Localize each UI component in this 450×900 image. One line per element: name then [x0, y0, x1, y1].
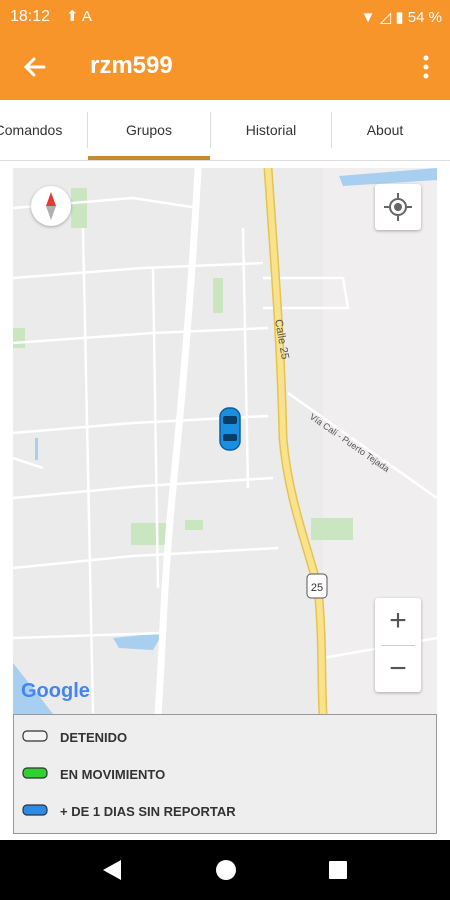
car-icon	[219, 407, 241, 451]
battery-percent: 54 %	[407, 9, 442, 26]
recents-square-icon[interactable]	[327, 859, 349, 881]
zoom-in-button[interactable]: +	[375, 598, 421, 644]
compass-icon	[46, 192, 56, 220]
google-logo-text: Google	[21, 680, 90, 702]
legend-panel: DETENIDO EN MOVIMIENTO + DE 1 DIAS SIN R…	[13, 714, 437, 834]
car-legend-icon	[22, 724, 48, 754]
car-legend-icon	[22, 761, 48, 791]
wifi-icon: ▼	[360, 9, 376, 26]
legend-item-detenido: DETENIDO	[22, 723, 127, 753]
my-location-button[interactable]	[375, 184, 421, 230]
legend-label: DETENIDO	[60, 730, 128, 745]
home-circle-icon[interactable]	[214, 858, 238, 882]
compass-button[interactable]	[31, 186, 71, 226]
legend-label: EN MOVIMIENTO	[60, 767, 166, 782]
legend-item-en-movimiento: EN MOVIMIENTO	[22, 760, 165, 790]
tab-about[interactable]: About	[332, 100, 438, 160]
app-bar: rzm599	[0, 34, 450, 100]
back-triangle-icon[interactable]	[101, 858, 123, 882]
zoom-controls: + −	[375, 598, 421, 692]
page-title: rzm599	[90, 52, 173, 79]
google-logo: Google	[21, 680, 90, 703]
more-vertical-icon	[423, 55, 429, 79]
vehicle-marker[interactable]	[217, 406, 243, 452]
system-nav-bar	[0, 840, 450, 900]
car-legend-icon	[22, 798, 48, 828]
more-options-button[interactable]	[416, 50, 436, 84]
status-bar: 18:12 ⬆ A ▼ ◿ ▮ 54 %	[0, 0, 450, 34]
zoom-out-button[interactable]: −	[375, 646, 421, 692]
battery-icon: ▮	[395, 9, 404, 26]
signal-icon: ◿	[379, 9, 392, 26]
legend-label: + DE 1 DIAS SIN REPORTAR	[60, 804, 236, 819]
map-view[interactable]: 25 Calle 25 Vía Cali - Puerto Tejada + −…	[13, 168, 437, 714]
tab-comandos[interactable]: Comandos	[0, 100, 87, 160]
status-time: 18:12	[10, 8, 51, 25]
tab-historial[interactable]: Historial	[211, 100, 331, 160]
road-shield-label: 25	[311, 582, 323, 594]
legend-item-sin-reportar: + DE 1 DIAS SIN REPORTAR	[22, 797, 236, 827]
arrow-left-icon	[23, 57, 46, 77]
crosshair-icon	[384, 193, 412, 221]
back-button[interactable]	[18, 50, 52, 84]
status-notification-icons: ⬆ A	[66, 8, 92, 25]
status-right: ▼ ◿ ▮ 54 %	[361, 8, 442, 26]
tab-grupos[interactable]: Grupos	[88, 100, 210, 160]
tab-bar: Comandos Grupos Historial About	[0, 100, 450, 161]
